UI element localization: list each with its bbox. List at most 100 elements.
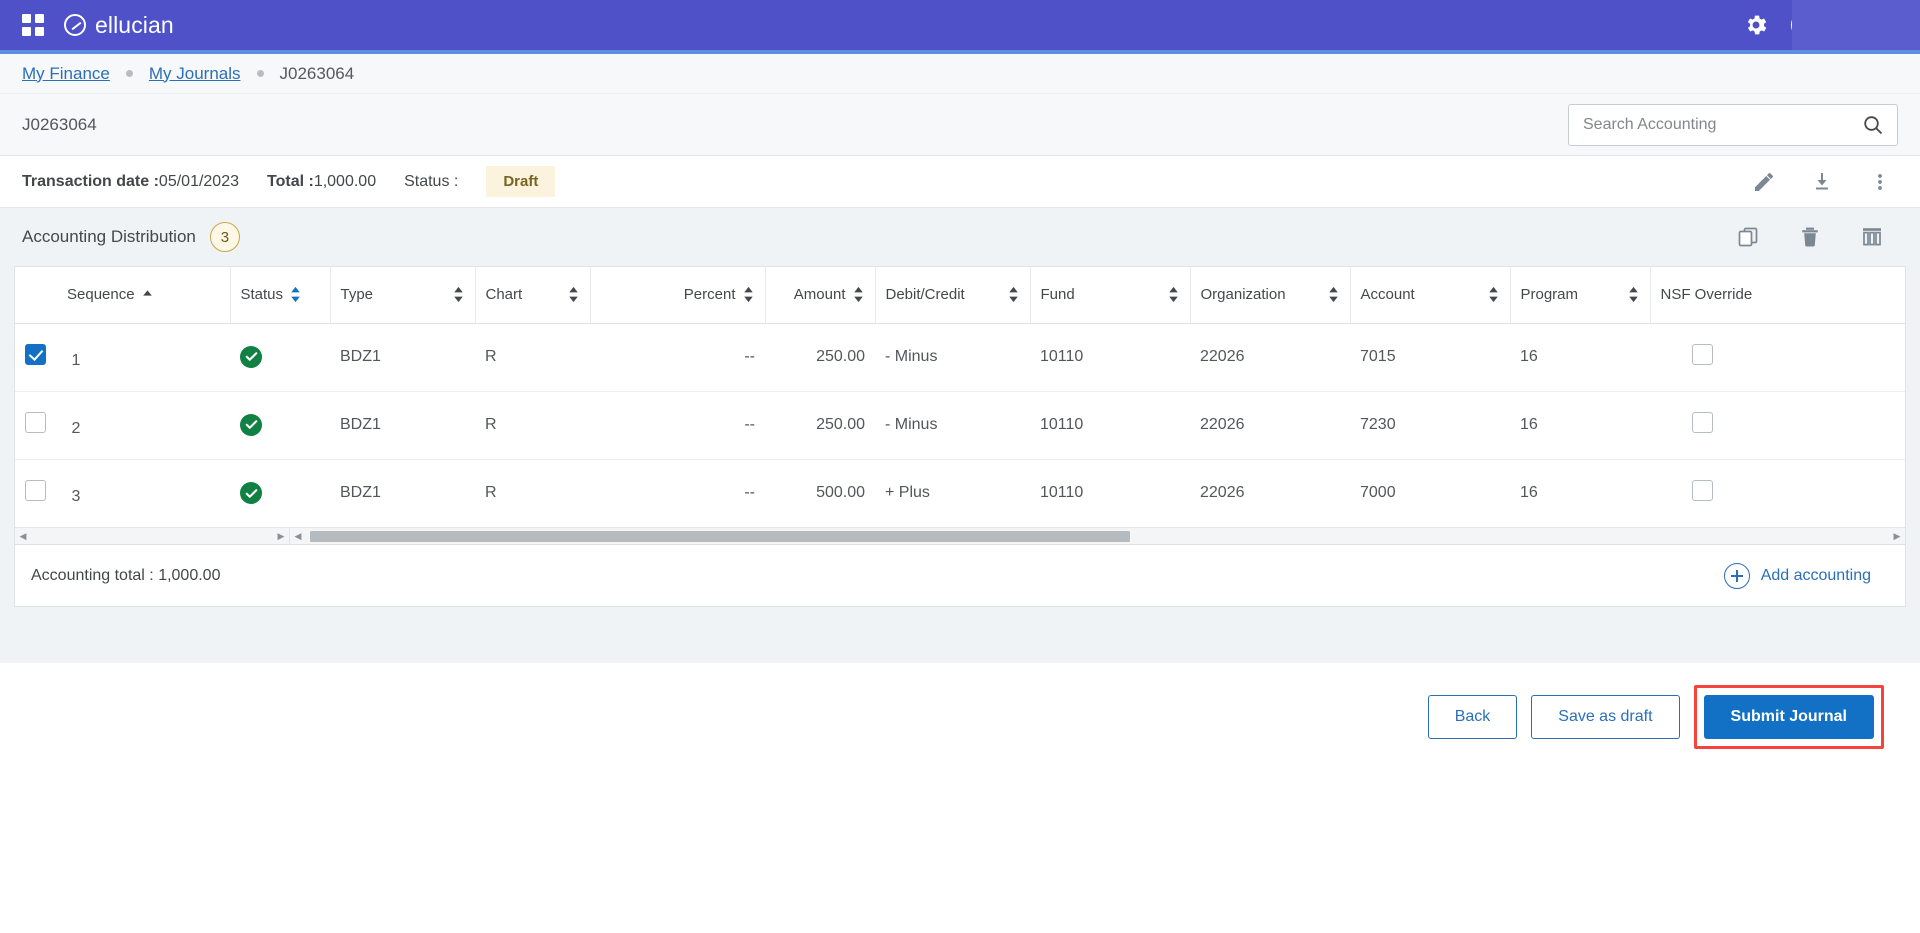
scroll-left-arrow-icon[interactable]: ◀ [15,531,31,542]
grid-cell [35,14,44,23]
sort-icon[interactable] [1487,286,1500,303]
cell-debit-credit: + Plus [885,484,930,502]
sort-icon[interactable] [452,286,465,303]
submit-journal-button[interactable]: Submit Journal [1703,695,1874,739]
sort-icon[interactable] [1627,286,1640,303]
cell-chart: R [475,391,590,460]
column-header-chart[interactable]: Chart [475,267,591,324]
cell-type: BDZ1 [330,323,475,392]
column-header-organization[interactable]: Organization [1190,267,1351,324]
column-header-debit-credit[interactable]: Debit/Credit [875,267,1031,324]
row-select-checkbox[interactable] [25,412,46,433]
add-accounting-button[interactable]: Add accounting [1723,562,1889,589]
breadcrumb-item-current: J0263064 [279,63,355,83]
cell-status [230,391,330,460]
transaction-total: Total :1,000.00 [267,173,376,191]
brand-logo[interactable]: ellucian [64,12,174,39]
column-header-status[interactable]: Status [230,267,331,324]
table-horizontal-scrollbar[interactable]: ◀ ▶ [290,528,1905,545]
column-label: NSF Override [1660,286,1753,304]
column-label: Organization [1200,286,1286,304]
column-settings-icon[interactable] [1860,225,1884,249]
transaction-actions [1752,170,1898,194]
search-input[interactable] [1581,114,1861,135]
row-select-checkbox[interactable] [25,344,46,365]
scroll-right-arrow-icon[interactable]: ▶ [1889,531,1905,542]
accounting-table-card: Sequence Status Type Chart Percent Amoun… [14,266,1906,545]
column-header-account[interactable]: Account [1350,267,1511,324]
sort-icon[interactable] [852,286,865,303]
table-row: 2 BDZ1 R -- 250.00 - Minus 10110 22026 7… [15,391,1905,460]
gear-icon[interactable] [1743,12,1769,38]
cell-debit-credit: - Minus [875,391,1030,460]
sequence-value: 3 [71,488,81,506]
column-header-program[interactable]: Program [1510,267,1651,324]
column-label: Type [340,286,374,304]
search-accounting-box[interactable] [1568,103,1898,146]
scroll-thumb[interactable] [310,531,1130,542]
cell-status [230,323,330,392]
column-label: Sequence [67,286,135,304]
cell-account: 7000 [1360,484,1396,502]
breadcrumb-item-my-journals[interactable]: My Journals [149,64,241,84]
column-header-fund[interactable]: Fund [1030,267,1191,324]
cell-sequence: 1 [15,323,230,392]
sort-icon-active[interactable] [289,286,302,303]
column-label: Status [240,286,284,304]
column-header-nsf-override[interactable]: NSF Override [1650,267,1905,324]
scroll-right-arrow-icon[interactable]: ▶ [273,531,289,542]
nsf-override-checkbox[interactable] [1692,480,1713,502]
submit-highlight-annotation: Submit Journal [1693,685,1884,749]
column-header-type[interactable]: Type [330,267,476,324]
sort-asc-icon[interactable] [141,288,154,301]
redacted-region [1792,0,1920,50]
back-button[interactable]: Back [1427,695,1518,739]
table-row: 3 BDZ1 R -- 500.00 + Plus 10110 22026 70… [15,459,1905,527]
accounting-section-title: Accounting Distribution [22,227,196,246]
delete-trash-icon[interactable] [1798,225,1822,249]
cell-chart: R [475,323,590,392]
cell-sequence: 2 [15,391,230,460]
transaction-date-label: Transaction date : [22,172,159,190]
brand-name: ellucian [95,11,174,38]
column-header-percent[interactable]: Percent [590,267,766,324]
scroll-track[interactable] [306,528,1889,545]
download-icon[interactable] [1810,170,1834,194]
sort-icon[interactable] [1007,286,1020,303]
transaction-date-value: 05/01/2023 [158,172,239,190]
row-select-checkbox[interactable] [25,480,46,502]
status-valid-icon [240,413,262,436]
cell-organization: 22026 [1200,484,1245,502]
cell-organization: 22026 [1190,323,1350,392]
column-header-amount[interactable]: Amount [765,267,876,324]
cell-type: BDZ1 [330,391,475,460]
transaction-date: Transaction date :05/01/2023 [22,173,239,191]
more-options-icon[interactable] [1868,170,1892,194]
transaction-total-value: 1,000.00 [313,172,377,190]
table-scrollbars: ◀ ▶ ◀ ▶ [15,527,1905,545]
scroll-track[interactable] [31,528,273,545]
frozen-column-scrollbar[interactable]: ◀ ▶ [15,528,290,545]
sort-icon[interactable] [1327,286,1340,303]
cell-sequence: 3 [15,459,230,527]
sort-icon[interactable] [567,286,580,303]
edit-pencil-icon[interactable] [1752,170,1776,194]
column-header-sequence[interactable]: Sequence [15,267,231,324]
accounting-toolbar [1736,225,1898,249]
cell-amount: 250.00 [765,391,875,460]
accounting-count-badge: 3 [209,222,240,252]
app-menu-grid-icon[interactable] [22,14,44,36]
transaction-total-label: Total : [267,172,314,190]
nsf-override-checkbox[interactable] [1692,344,1713,365]
sort-icon[interactable] [1167,286,1180,303]
search-icon[interactable] [1861,113,1885,137]
scroll-left-arrow-icon[interactable]: ◀ [290,531,306,542]
sort-icon[interactable] [742,286,755,303]
duplicate-icon[interactable] [1736,225,1760,249]
cell-fund: 10110 [1030,323,1190,392]
nsf-override-checkbox[interactable] [1692,412,1713,433]
breadcrumb-item-my-finance[interactable]: My Finance [22,64,110,84]
save-as-draft-button[interactable]: Save as draft [1531,695,1680,739]
accounting-total-row: Accounting total : 1,000.00 Add accounti… [14,545,1906,607]
grid-cell [22,14,31,23]
